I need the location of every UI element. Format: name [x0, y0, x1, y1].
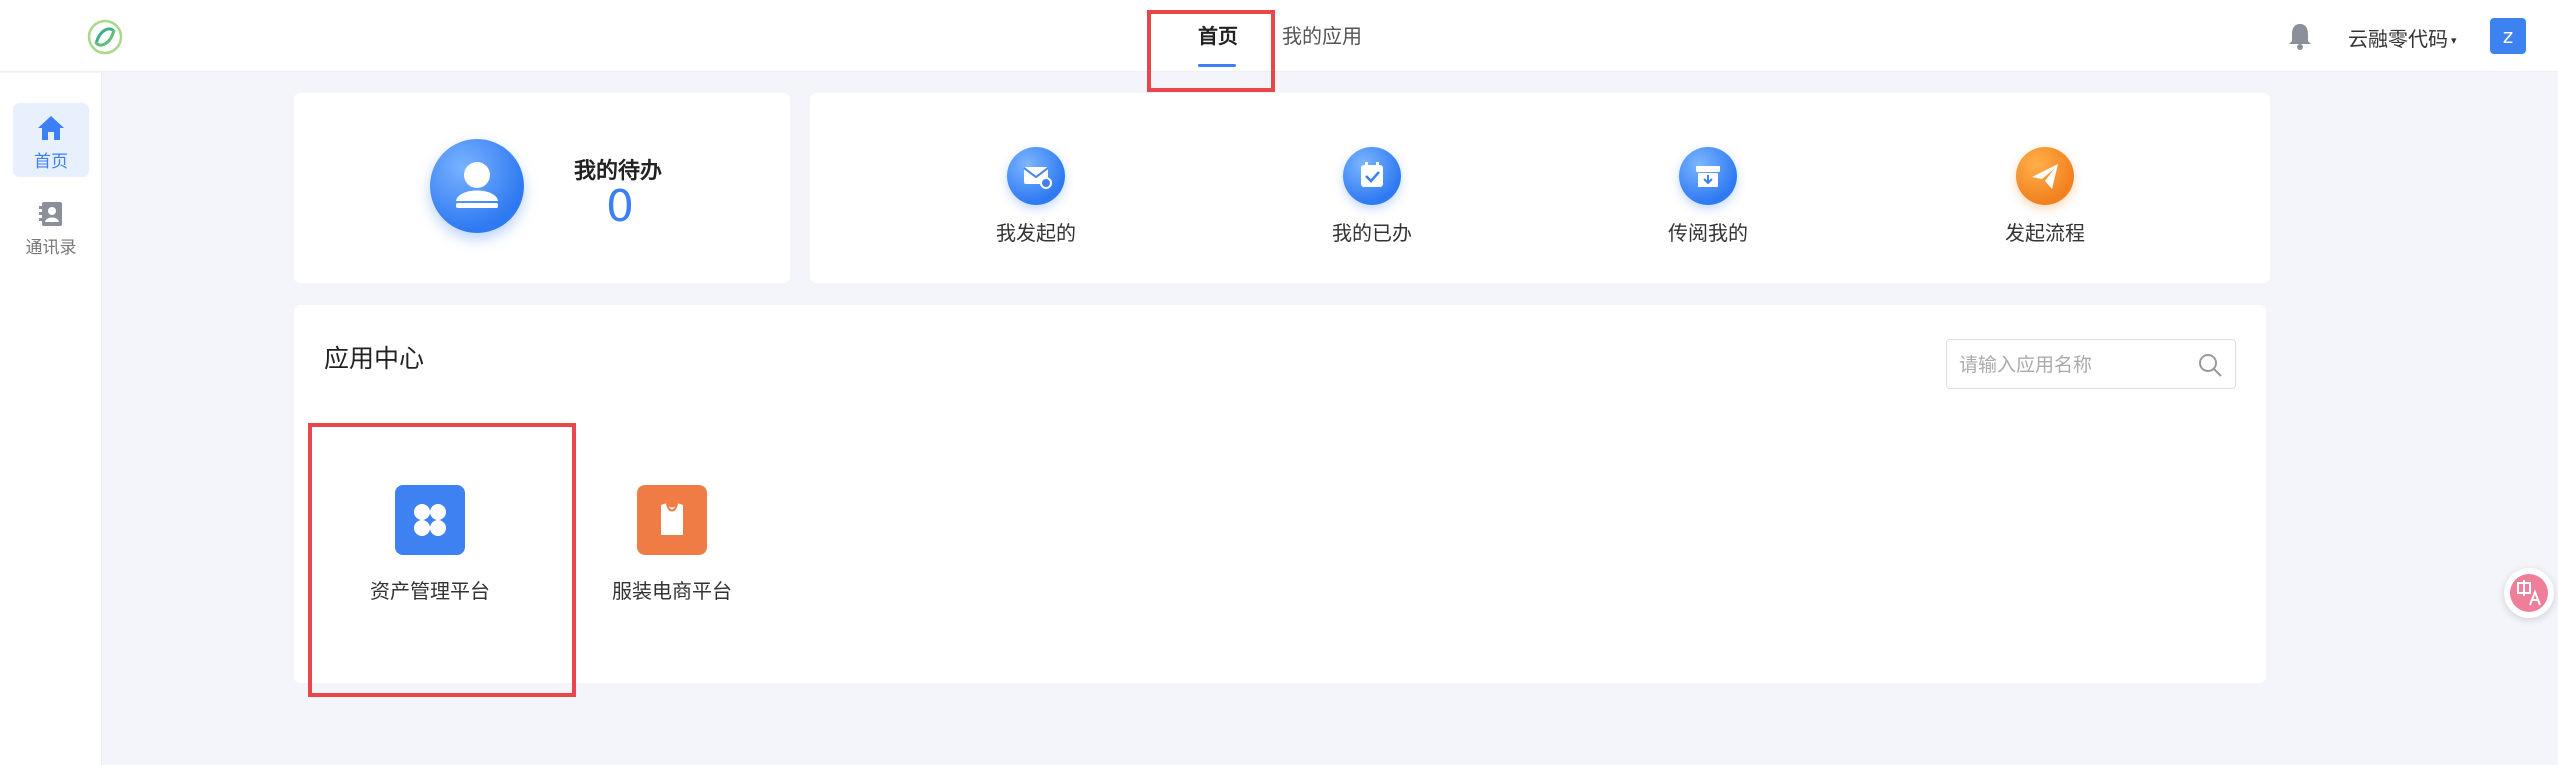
mail-icon [1007, 147, 1065, 205]
sidebar-item-home[interactable]: 首页 [13, 103, 89, 177]
highlight-box-asset-app [308, 423, 576, 697]
top-header: 首页 我的应用 云融零代码 ▾ z [0, 0, 2558, 72]
translate-button[interactable] [2504, 568, 2554, 618]
app-center-title: 应用中心 [324, 344, 425, 373]
shirt-icon [637, 485, 707, 555]
paper-plane-icon [2016, 147, 2074, 205]
todo-count: 0 [606, 181, 634, 232]
sidebar-item-label: 通讯录 [25, 238, 77, 258]
quick-actions-card: 我发起的 我的已办 传阅我的 发起流程 [810, 93, 2270, 283]
highlight-box-home-tab [1147, 10, 1275, 92]
app-tile-label: 服装电商平台 [612, 579, 732, 603]
app-search [1946, 339, 2236, 389]
quick-action-label: 我发起的 [996, 221, 1076, 245]
bell-icon[interactable] [2286, 21, 2314, 51]
app-center-card: 应用中心 资产管理平台 服装电商平台 [294, 305, 2266, 683]
contacts-icon [39, 202, 62, 226]
app-tile-apparel-ecommerce[interactable]: 服装电商平台 [572, 485, 772, 604]
org-name: 云融零代码 [2348, 27, 2448, 51]
inbox-icon [1679, 147, 1737, 205]
home-icon [38, 116, 64, 140]
todo-user-icon [430, 139, 524, 233]
quick-action-label: 传阅我的 [1668, 221, 1748, 245]
quick-action-label: 发起流程 [2005, 221, 2085, 245]
app-logo-icon[interactable] [86, 18, 124, 56]
quick-action-label: 我的已办 [1332, 221, 1412, 245]
sidebar-item-contacts[interactable]: 通讯录 [13, 189, 89, 263]
tab-my-apps[interactable]: 我的应用 [1282, 20, 1362, 49]
sidebar: 首页 通讯录 [0, 73, 102, 765]
quick-action-done[interactable]: 我的已办 [1297, 147, 1447, 246]
quick-action-circulated[interactable]: 传阅我的 [1633, 147, 1783, 246]
app-search-input[interactable] [1959, 352, 2189, 378]
user-avatar[interactable]: z [2490, 18, 2526, 54]
org-switcher[interactable]: 云融零代码 ▾ [2348, 23, 2457, 52]
chevron-down-icon: ▾ [2451, 34, 2457, 47]
translate-icon [2510, 574, 2548, 612]
todo-card[interactable]: 我的待办 0 [294, 93, 790, 283]
search-icon[interactable] [2197, 352, 2223, 378]
calendar-check-icon [1343, 147, 1401, 205]
sidebar-item-label: 首页 [34, 152, 68, 172]
quick-action-start-process[interactable]: 发起流程 [1970, 147, 2120, 246]
quick-action-initiated[interactable]: 我发起的 [961, 147, 1111, 246]
